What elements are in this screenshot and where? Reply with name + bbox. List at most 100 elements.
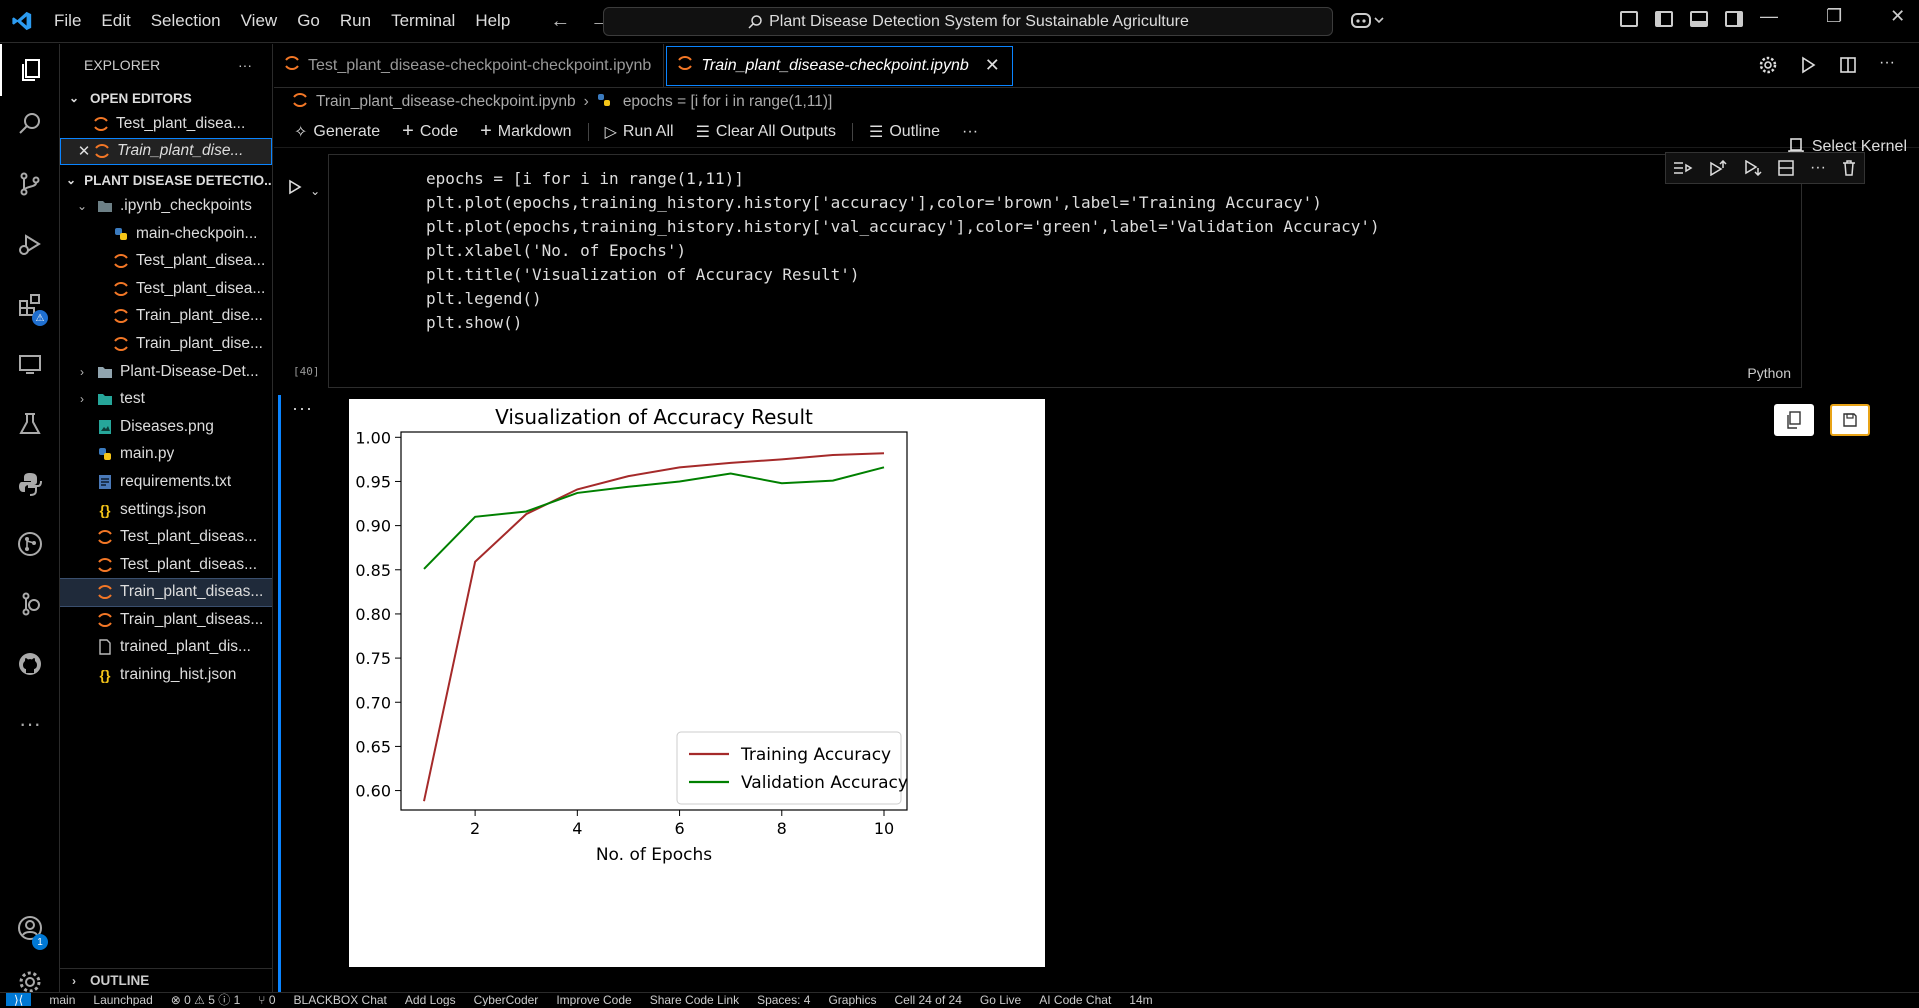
status-item[interactable]: AI Code Chat — [1039, 993, 1111, 1006]
add-markdown-cell-button[interactable]: + Markdown — [472, 120, 580, 143]
copilot-icon[interactable] — [1350, 10, 1384, 35]
python-icon[interactable] — [0, 458, 60, 510]
close-icon[interactable]: ✕ — [75, 142, 93, 160]
file-tree-item[interactable]: ⌄ .ipynb_checkpoints — [60, 192, 272, 220]
status-item[interactable]: Cell 24 of 24 — [894, 993, 961, 1006]
status-item[interactable]: Improve Code — [556, 993, 631, 1006]
menu-help[interactable]: Help — [465, 11, 520, 31]
file-tree-item[interactable]: main.py — [60, 441, 272, 469]
open-editors-header[interactable]: ⌄ OPEN EDITORS — [60, 86, 272, 110]
save-output-button[interactable] — [1830, 404, 1870, 436]
execute-above-icon[interactable] — [1708, 160, 1728, 176]
toggle-primary-sidebar-icon[interactable] — [1655, 11, 1673, 27]
menu-file[interactable]: File — [44, 11, 91, 31]
menu-go[interactable]: Go — [287, 11, 330, 31]
toggle-panel-icon[interactable] — [1690, 11, 1708, 27]
status-item[interactable]: Launchpad — [93, 993, 152, 1006]
status-item[interactable]: Spaces: 4 — [757, 993, 810, 1006]
remote-indicator-icon[interactable]: ⟩⟨ — [6, 993, 32, 1006]
status-item[interactable]: 14m — [1129, 993, 1152, 1006]
status-item[interactable]: Share Code Link — [650, 993, 739, 1006]
menu-selection[interactable]: Selection — [141, 11, 231, 31]
clear-outputs-button[interactable]: ☰ Clear All Outputs — [688, 122, 844, 142]
copy-output-button[interactable] — [1774, 404, 1814, 436]
close-window-icon[interactable]: ✕ — [1890, 6, 1905, 27]
run-all-button[interactable]: ▷ Run All — [597, 122, 682, 142]
file-tree-item[interactable]: requirements.txt — [60, 468, 272, 496]
customize-layout-icon[interactable] — [1620, 11, 1638, 27]
menu-run[interactable]: Run — [330, 11, 381, 31]
explorer-icon[interactable] — [0, 44, 60, 96]
file-tree-item[interactable]: Test_plant_disea... — [60, 275, 272, 303]
run-by-line-icon[interactable] — [1673, 160, 1693, 176]
file-tree-item[interactable]: Train_plant_dise... — [60, 303, 272, 331]
menu-view[interactable]: View — [231, 11, 288, 31]
testing-icon[interactable] — [0, 398, 60, 450]
add-code-cell-button[interactable]: + Code — [394, 120, 466, 143]
run-debug-icon[interactable] — [0, 218, 60, 270]
status-item[interactable]: Add Logs — [405, 993, 456, 1006]
split-cell-icon[interactable] — [1777, 160, 1795, 176]
status-item[interactable]: BLACKBOX Chat — [294, 993, 387, 1006]
file-tree-item[interactable]: Train_plant_diseas... — [60, 577, 272, 608]
back-arrow-icon[interactable]: ← — [550, 10, 570, 33]
more-actions-icon[interactable]: ··· — [1879, 55, 1895, 74]
menu-terminal[interactable]: Terminal — [381, 11, 465, 31]
file-tree-item[interactable]: Diseases.png — [60, 413, 272, 441]
menu-edit[interactable]: Edit — [91, 11, 140, 31]
github-icon[interactable] — [0, 638, 60, 690]
status-item[interactable]: main — [49, 993, 75, 1006]
vscode-logo-icon[interactable] — [0, 10, 44, 32]
file-tree-item[interactable]: Test_plant_disea... — [60, 247, 272, 275]
extensions-icon[interactable]: ⚠ — [0, 278, 60, 330]
breadcrumb-file[interactable]: Train_plant_disease-checkpoint.ipynb — [316, 93, 576, 111]
open-editor-item-active[interactable]: ✕ Train_plant_dise... — [60, 137, 272, 166]
file-tree-item[interactable]: Train_plant_dise... — [60, 330, 272, 358]
command-center-search[interactable]: Plant Disease Detection System for Susta… — [603, 7, 1333, 36]
cell-more-icon[interactable]: ··· — [1810, 159, 1826, 177]
file-tree-item[interactable]: {} settings.json — [60, 496, 272, 524]
execute-below-icon[interactable] — [1743, 160, 1763, 176]
outline-header[interactable]: › OUTLINE — [60, 968, 272, 992]
open-editor-item[interactable]: Test_plant_disea... — [60, 110, 272, 138]
breadcrumb-symbol[interactable]: epochs = [i for i in range(1,11)] — [623, 93, 833, 111]
status-item[interactable]: CyberCoder — [474, 993, 539, 1006]
code-editor[interactable]: epochs = [i for i in range(1,11)] plt.plo… — [426, 167, 1380, 335]
explorer-more-icon[interactable]: ··· — [238, 57, 252, 73]
outline-button[interactable]: ☰ Outline — [861, 122, 948, 142]
status-item[interactable]: Graphics — [828, 993, 876, 1006]
status-item[interactable]: ⑂ 0 — [258, 993, 275, 1006]
source-control-icon[interactable] — [0, 158, 60, 210]
tab-test-notebook[interactable]: Test_plant_disease-checkpoint-checkpoint… — [274, 43, 665, 88]
split-editor-icon[interactable] — [1839, 56, 1857, 74]
toggle-secondary-sidebar-icon[interactable] — [1725, 11, 1743, 27]
run-cell-button[interactable]: ⌄ — [288, 179, 320, 199]
file-tree-item[interactable]: Train_plant_diseas... — [60, 606, 272, 634]
close-tab-icon[interactable]: ✕ — [985, 55, 1000, 76]
search-icon[interactable] — [0, 98, 60, 150]
output-more-button[interactable]: ··· — [292, 398, 313, 419]
minimize-icon[interactable]: — — [1760, 6, 1778, 27]
accounts-icon[interactable]: 1 — [0, 902, 60, 954]
gitlens-icon[interactable] — [0, 578, 60, 630]
run-icon[interactable] — [1799, 56, 1817, 74]
generate-button[interactable]: ✧ Generate — [286, 122, 388, 142]
file-tree-item[interactable]: Test_plant_diseas... — [60, 523, 272, 551]
file-tree-item[interactable]: › Plant-Disease-Det... — [60, 358, 272, 386]
cell-language[interactable]: Python — [1747, 365, 1791, 381]
code-cell[interactable]: epochs = [i for i in range(1,11)] plt.plo… — [328, 154, 1802, 388]
status-item[interactable]: Go Live — [980, 993, 1021, 1006]
delete-cell-icon[interactable] — [1841, 160, 1857, 176]
file-tree-item[interactable]: Test_plant_diseas... — [60, 551, 272, 579]
file-tree-item[interactable]: main-checkpoin... — [60, 220, 272, 248]
restore-icon[interactable]: ❐ — [1826, 6, 1842, 27]
toolbar-more-button[interactable]: ··· — [954, 123, 986, 141]
file-tree-item[interactable]: {} training_hist.json — [60, 661, 272, 689]
git-graph-icon[interactable] — [0, 518, 60, 570]
remote-explorer-icon[interactable] — [0, 338, 60, 390]
project-folder-header[interactable]: ⌄ PLANT DISEASE DETECTIO... — [60, 168, 272, 192]
file-tree-item[interactable]: trained_plant_dis... — [60, 634, 272, 662]
gear-icon[interactable] — [1759, 56, 1777, 74]
status-item[interactable]: ⊗ 0 ⚠ 5 ⓘ 1 — [171, 993, 241, 1006]
file-tree-item[interactable]: › test — [60, 385, 272, 413]
